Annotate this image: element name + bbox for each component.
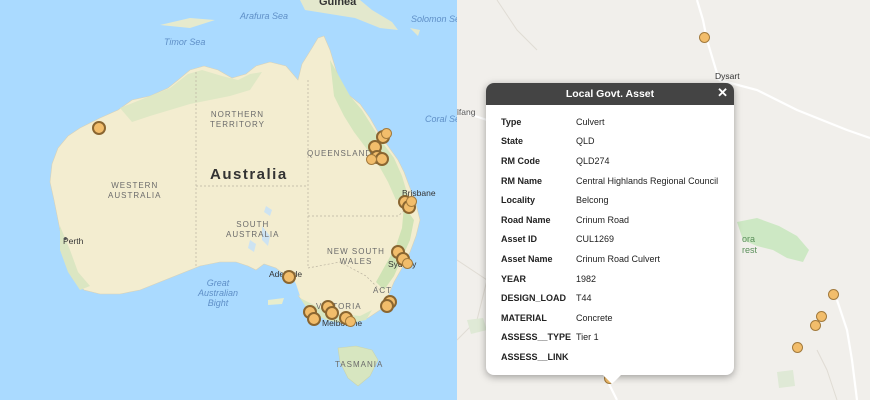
asset-marker[interactable] — [345, 316, 356, 327]
attribute-value: Belcong — [576, 195, 609, 206]
attribute-value: Culvert — [576, 116, 605, 127]
attribute-row: DESIGN_LOAD T44 — [501, 288, 734, 308]
attribute-row: MATERIAL Concrete — [501, 308, 734, 328]
asset-marker[interactable] — [792, 342, 803, 353]
map-landmass — [49, 0, 421, 387]
attribute-key: Asset Name — [501, 253, 553, 264]
attribute-value: Central Highlands Regional Council — [576, 175, 719, 186]
asset-marker[interactable] — [406, 196, 417, 207]
attribute-key: Type — [501, 116, 522, 127]
attribute-row: RM Code QLD274 — [501, 151, 734, 171]
attribute-value: Crinum Road — [576, 214, 630, 225]
attribute-value: QLD274 — [576, 155, 610, 166]
attribute-key: DESIGN_LOAD — [501, 293, 567, 304]
attribute-key: RM Code — [501, 155, 540, 166]
popup-body: Type Culvert State QLD RM Code QLD274 RM Na… — [486, 105, 734, 367]
attribute-row: Locality Belcong — [501, 190, 734, 210]
attribute-row: YEAR 1982 — [501, 269, 734, 289]
attribute-key: Road Name — [501, 214, 551, 225]
asset-marker[interactable] — [402, 258, 413, 269]
asset-marker[interactable] — [828, 289, 839, 300]
asset-marker[interactable] — [307, 312, 321, 326]
popup-pointer — [603, 375, 621, 384]
attribute-key: RM Name — [501, 175, 543, 186]
attribute-row: RM Name Central Highlands Regional Counci… — [501, 171, 734, 191]
attribute-key: Locality — [501, 195, 536, 206]
attribute-row: Type Culvert — [501, 112, 734, 132]
attribute-row: ASSESS__LINK — [501, 347, 734, 367]
attribute-value: Concrete — [576, 312, 613, 323]
attribute-row: ASSESS__TYPE Tier 1 — [501, 328, 734, 348]
asset-marker[interactable] — [375, 152, 389, 166]
attribute-key: MATERIAL — [501, 312, 547, 323]
attribute-value: CUL1269 — [576, 234, 615, 245]
close-icon[interactable]: ✕ — [717, 83, 728, 102]
asset-marker[interactable] — [92, 121, 106, 135]
attribute-key: ASSESS__TYPE — [501, 332, 572, 343]
popup-header: Local Govt. Asset ✕ — [486, 83, 734, 105]
attribute-value: T44 — [576, 293, 592, 304]
asset-info-popup: Local Govt. Asset ✕ Type Culvert State QLD… — [486, 83, 734, 384]
asset-marker[interactable] — [699, 32, 710, 43]
asset-marker[interactable] — [810, 320, 821, 331]
attribute-key: Asset ID — [501, 234, 538, 245]
popup-title: Local Govt. Asset — [565, 88, 655, 100]
attribute-key: YEAR — [501, 273, 527, 284]
australia-overview-map[interactable]: Arafura Sea Timor Sea Solomon Se Coral S… — [0, 0, 457, 400]
attribute-value: Crinum Road Culvert — [576, 253, 661, 264]
attribute-key: ASSESS__LINK — [501, 351, 569, 362]
attribute-value: QLD — [576, 136, 595, 147]
attribute-value: Tier 1 — [576, 332, 599, 343]
asset-marker[interactable] — [325, 306, 339, 320]
attribute-value: 1982 — [576, 273, 597, 284]
asset-marker[interactable] — [282, 270, 296, 284]
attribute-row: State QLD — [501, 132, 734, 152]
attribute-key: State — [501, 136, 524, 147]
attribute-row: Asset Name Crinum Road Culvert — [501, 249, 734, 269]
asset-marker[interactable] — [366, 154, 377, 165]
asset-marker[interactable] — [380, 299, 394, 313]
attribute-row: Road Name Crinum Road — [501, 210, 734, 230]
asset-marker[interactable] — [381, 128, 392, 139]
attribute-row: Asset ID CUL1269 — [501, 230, 734, 250]
